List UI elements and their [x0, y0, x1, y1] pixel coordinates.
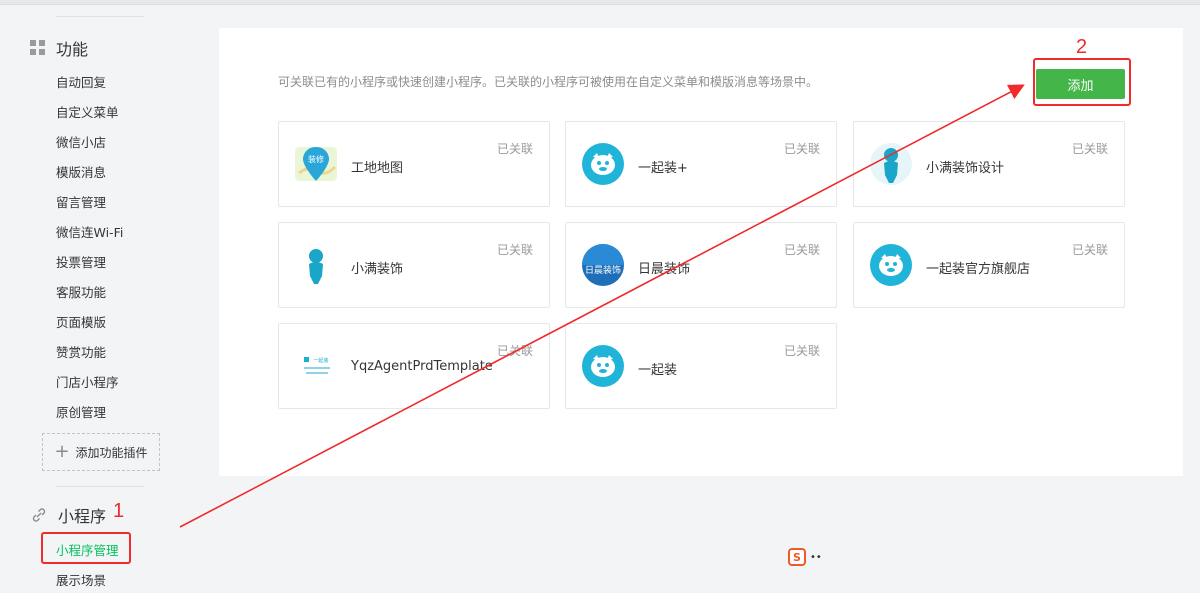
miniprogram-card[interactable]: 一起装 已关联: [565, 323, 837, 409]
sidebar-item-original[interactable]: 原创管理: [56, 402, 106, 421]
sidebar: 功能 自动回复 自定义菜单 微信小店 模版消息 留言管理 微信连Wi-Fi 投票…: [0, 5, 200, 593]
richen-logo-icon: 日晨装饰: [582, 244, 624, 286]
mascot-logo-icon: [582, 345, 624, 387]
linked-status: 已关联: [496, 243, 533, 257]
sidebar-divider: [56, 486, 144, 487]
function-section-title: 功能: [30, 36, 88, 60]
miniprogram-card[interactable]: 小满装饰 已关联: [278, 222, 550, 308]
sidebar-item-reward[interactable]: 赞赏功能: [56, 342, 106, 361]
map-badge-text: 装修: [308, 154, 324, 164]
sidebar-item-vote[interactable]: 投票管理: [56, 252, 106, 271]
annotation-box-2: [1033, 58, 1131, 106]
miniprogram-name: 一起装+: [638, 161, 688, 176]
annotation-number-1: 1: [113, 500, 125, 522]
miniprogram-card[interactable]: 一起装+ 已关联: [565, 121, 837, 207]
map-pin-logo-icon: 装修: [295, 143, 337, 185]
annotation-box-1: [41, 532, 131, 564]
annotation-number-2: 2: [1076, 36, 1088, 58]
template-logo-icon: 一起装: [295, 345, 337, 387]
linked-status: 已关联: [496, 344, 533, 358]
figure-logo-icon: [870, 143, 912, 185]
miniprogram-name: 小满装饰设计: [926, 161, 1005, 176]
add-plugin-label: 添加功能插件: [75, 445, 148, 460]
miniprogram-card[interactable]: 小满装饰设计 已关联: [853, 121, 1125, 207]
miniprogram-section-title: 小程序: [30, 503, 106, 527]
sidebar-item-template-message[interactable]: 模版消息: [56, 162, 106, 181]
sidebar-item-page-template[interactable]: 页面模版: [56, 312, 106, 331]
miniprogram-card[interactable]: 装修 工地地图 已关联: [278, 121, 550, 207]
sidebar-item-customer-service[interactable]: 客服功能: [56, 282, 106, 301]
sidebar-item-custom-menu[interactable]: 自定义菜单: [56, 102, 119, 121]
function-section-label: 功能: [56, 40, 89, 59]
miniprogram-card[interactable]: 一起装 YqzAgentPrdTemplate 已关联: [278, 323, 550, 409]
grid-icon: [30, 40, 46, 56]
linked-status: 已关联: [783, 142, 820, 156]
mascot-logo-icon: [582, 143, 624, 185]
miniprogram-name: 日晨装饰: [638, 262, 691, 277]
miniprogram-card[interactable]: 日晨装饰 日晨装饰 已关联: [565, 222, 837, 308]
template-logo-text: 一起装: [313, 357, 328, 364]
miniprogram-name: 小满装饰: [351, 262, 404, 277]
miniprogram-name: 一起装: [638, 363, 678, 378]
miniprogram-name: YqzAgentPrdTemplate: [351, 359, 493, 374]
mascot-logo-icon: [870, 244, 912, 286]
ime-tray[interactable]: S ••: [788, 548, 822, 566]
sidebar-divider: [56, 16, 144, 17]
sidebar-item-wifi[interactable]: 微信连Wi-Fi: [56, 222, 123, 241]
miniprogram-section-label: 小程序: [58, 507, 107, 526]
linked-status: 已关联: [783, 344, 820, 358]
link-icon: [32, 508, 46, 522]
linked-status: 已关联: [1071, 243, 1108, 257]
sogou-ime-icon: S: [788, 548, 806, 566]
sidebar-item-wechat-store[interactable]: 微信小店: [56, 132, 106, 151]
panel-description: 可关联已有的小程序或快速创建小程序。已关联的小程序可被使用在自定义菜单和模版消息…: [278, 75, 819, 89]
sidebar-item-comment-manage[interactable]: 留言管理: [56, 192, 106, 211]
linked-status: 已关联: [1071, 142, 1108, 156]
plus-icon: +: [54, 441, 70, 462]
sidebar-item-display-scene[interactable]: 展示场景: [56, 570, 106, 589]
miniprogram-name: 工地地图: [351, 161, 404, 176]
miniprogram-name: 一起装官方旗舰店: [926, 262, 1031, 277]
figure-logo-icon: [295, 244, 337, 286]
linked-status: 已关联: [783, 243, 820, 257]
add-plugin-button[interactable]: + 添加功能插件: [42, 433, 160, 471]
ime-mode-indicator: ••: [810, 551, 822, 563]
sidebar-item-store-miniprogram[interactable]: 门店小程序: [56, 372, 119, 391]
richen-logo-text: 日晨装饰: [585, 264, 621, 276]
miniprogram-card[interactable]: 一起装官方旗舰店 已关联: [853, 222, 1125, 308]
linked-status: 已关联: [496, 142, 533, 156]
sidebar-item-auto-reply[interactable]: 自动回复: [56, 72, 106, 91]
